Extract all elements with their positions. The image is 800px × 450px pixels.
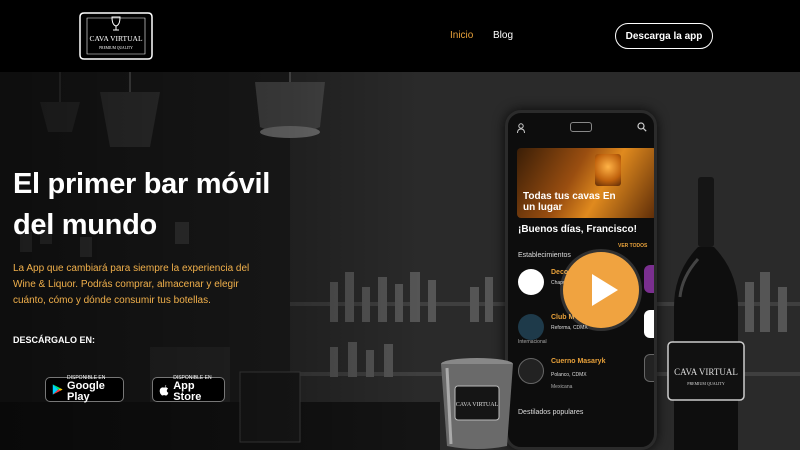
phone-app-header [508,113,654,141]
svg-text:PREMIUM QUALITY: PREMIUM QUALITY [687,381,725,386]
logo-tagline: PREMIUM QUALITY [99,46,133,50]
nav-blog[interactable]: Blog [493,30,513,41]
phone-promo-banner: Todas tus cavas En un lugar [517,148,654,218]
see-all-link: VER TODOS [618,243,648,249]
google-play-button[interactable]: DISPONIBLE EN Google Play [45,376,124,403]
cocktail-glass-image [595,154,621,186]
phone-app-logo [570,122,592,132]
side-card [644,310,654,338]
ice-bucket-image: CAVA VIRTUAL [441,358,513,449]
hero-title: El primer bar móvil del mundo [13,164,313,246]
play-icon [592,274,618,306]
apple-icon [159,384,169,396]
establishment-logo [518,314,544,340]
google-play-label: Google Play [67,380,105,403]
nav-inicio[interactable]: Inicio [450,30,473,41]
google-play-icon [52,384,63,395]
user-icon [517,123,525,133]
establishment-location: Reforma, CDMX [551,325,588,331]
establishment-location: Polanco, CDMX [551,372,587,378]
destilados-label: Destilados populares [518,409,584,416]
establishment-category: Mexicana [551,384,573,390]
banner-text: Todas tus cavas En un lugar [523,191,616,213]
play-video-button[interactable] [563,252,639,328]
svg-text:CAVA VIRTUAL: CAVA VIRTUAL [456,402,499,408]
establishments-label: Establecimientos [518,252,571,259]
establishment-name: Club M [551,314,575,321]
app-store-label: App Store [173,380,202,403]
hero-title-line-1: El primer bar móvil [13,168,270,200]
wine-bottle-image: CAVA VIRTUAL PREMIUM QUALITY [667,177,745,450]
establishment-name: Cuerno Masaryk [551,358,606,365]
hero-description: La App que cambiará para siempre la expe… [13,263,250,306]
svg-text:CAVA VIRTUAL: CAVA VIRTUAL [674,367,738,377]
establishment-logo [518,358,544,384]
hero-section: El primer bar móvil del mundo La App que… [0,72,800,450]
establishment-logo [518,269,544,295]
side-card [644,354,654,382]
cava-virtual-logo[interactable]: CAVA VIRTUAL PREMIUM QUALITY [76,7,156,65]
hero-title-line-2: del mundo [13,209,157,241]
establishment-category: Internacional [518,339,547,345]
side-card [644,265,654,293]
search-icon [637,122,647,132]
logo-brand: CAVA VIRTUAL [89,34,143,43]
download-label: DESCÁRGALO EN: [13,335,96,345]
establishment-item: Cuerno Masaryk Polanco, CDMX Mexicana [518,356,643,390]
phone-greeting: ¡Buenos días, Francisco! [518,224,637,235]
site-header: CAVA VIRTUAL PREMIUM QUALITY Inicio Blog… [0,0,800,72]
app-store-button[interactable]: DISPONIBLE EN App Store [152,376,225,403]
download-app-button[interactable]: Descarga la app [615,23,713,49]
